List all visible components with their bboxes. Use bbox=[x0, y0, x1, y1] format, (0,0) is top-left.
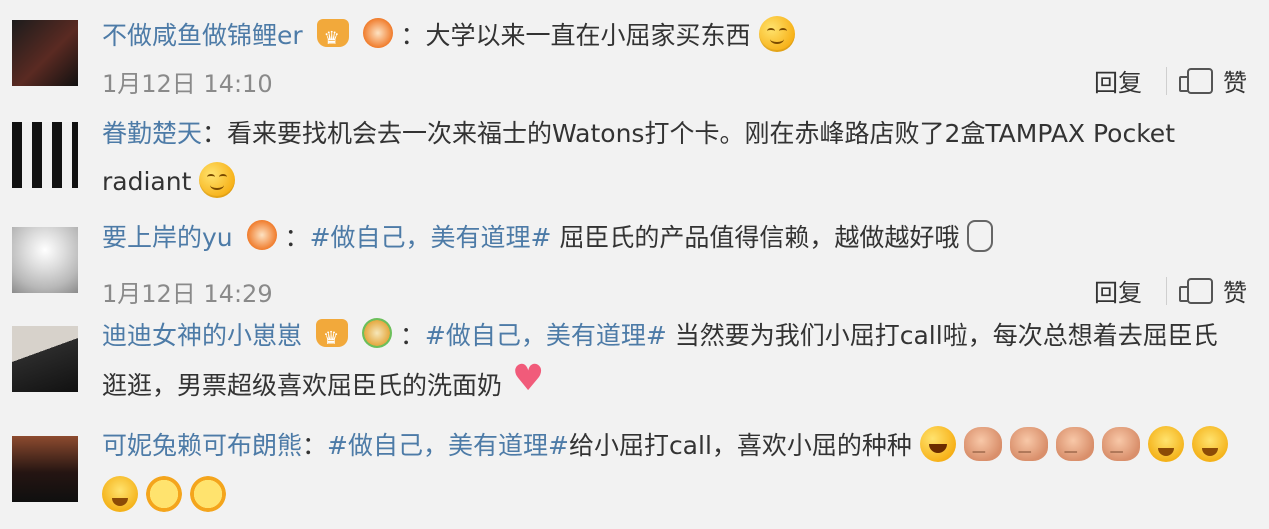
doge-emoji-icon bbox=[1009, 427, 1048, 470]
hashtag-link[interactable]: #做自己，美有道理# bbox=[327, 431, 569, 460]
like-button[interactable]: 赞 bbox=[1179, 273, 1247, 308]
comment-actions: 回复 赞 bbox=[1094, 273, 1247, 308]
avatar[interactable] bbox=[12, 326, 78, 392]
comment-text: 屈臣氏的产品值得信赖，越做越好哦 bbox=[551, 223, 960, 252]
username-link[interactable]: 不做咸鱼做锦鲤er bbox=[102, 21, 303, 50]
reply-button[interactable]: 回复 bbox=[1094, 273, 1166, 308]
timestamp: 1月12日 14:10 bbox=[102, 70, 273, 98]
comment-item: 可妮兔赖可布朗熊：#做自己，美有道理#给小屈打call，喜欢小屈的种种 bbox=[0, 424, 1269, 529]
colon-separator: ： bbox=[284, 223, 310, 252]
username-link[interactable]: 迪迪女神的小崽崽 bbox=[102, 321, 302, 350]
avatar[interactable] bbox=[12, 436, 78, 502]
comment-item: 不做咸鱼做锦鲤er ：大学以来一直在小屈家买东西 1月12日 14:10 回复 … bbox=[0, 8, 1269, 104]
comment-text: 看来要找机会去一次来福士的Watons打个卡。刚在赤峰路店败了2盒TAMPAX … bbox=[227, 119, 1175, 148]
doge-emoji-icon bbox=[963, 427, 1002, 470]
avatar[interactable] bbox=[12, 227, 78, 293]
action-divider bbox=[1166, 66, 1167, 95]
comment-text-line: radiant bbox=[102, 162, 1249, 201]
medal-icon bbox=[362, 18, 393, 48]
comment-text: 逛逛，男票超级喜欢屈臣氏的洗面奶 bbox=[102, 371, 503, 400]
comment-text: 给小屈打call，喜欢小屈的种种 bbox=[568, 431, 912, 460]
comment-item: 迪迪女神的小崽崽 ：#做自己，美有道理# 当然要为我们小屈打call啦，每次总想… bbox=[0, 318, 1269, 414]
hashtag-link[interactable]: #做自己，美有道理# bbox=[310, 223, 552, 252]
username-link[interactable]: 要上岸的yu bbox=[102, 223, 233, 252]
doge-emoji-icon bbox=[1055, 427, 1094, 470]
medal-icon bbox=[246, 220, 277, 250]
reply-button[interactable]: 回复 bbox=[1094, 63, 1166, 98]
medal-icon bbox=[361, 318, 392, 348]
finger-heart-emoji-icon bbox=[967, 220, 994, 252]
like-label: 赞 bbox=[1223, 69, 1247, 97]
comment-text-line: 可妮兔赖可布朗熊：#做自己，美有道理#给小屈打call，喜欢小屈的种种 bbox=[102, 426, 1249, 470]
hug-emoji-icon bbox=[1147, 426, 1184, 462]
hashtag-link[interactable]: #做自己，美有道理# bbox=[425, 321, 667, 350]
colon-separator: ： bbox=[400, 21, 426, 50]
avatar[interactable] bbox=[12, 20, 78, 86]
comment-actions: 回复 赞 bbox=[1094, 63, 1247, 98]
comment-text-line: 眷勤楚天：看来要找机会去一次来福士的Watons打个卡。刚在赤峰路店败了2盒TA… bbox=[102, 116, 1249, 152]
avatar[interactable] bbox=[12, 122, 78, 188]
timestamp: 1月12日 14:29 bbox=[102, 280, 273, 308]
heart-emoji-icon bbox=[510, 361, 548, 401]
vip-crown-icon bbox=[315, 319, 348, 357]
comment-item: 眷勤楚天：看来要找机会去一次来福士的Watons打个卡。刚在赤峰路店败了2盒TA… bbox=[0, 112, 1269, 210]
action-divider bbox=[1166, 276, 1167, 305]
comment-text-line: 要上岸的yu ：#做自己，美有道理# 屈臣氏的产品值得信赖，越做越好哦 bbox=[102, 220, 1249, 256]
hug-emoji-icon bbox=[102, 476, 138, 512]
smile-emoji-icon bbox=[199, 162, 236, 198]
hug-emoji-icon bbox=[1191, 426, 1228, 462]
comment-text-line: 逛逛，男票超级喜欢屈臣氏的洗面奶 bbox=[102, 361, 1249, 404]
username-link[interactable]: 可妮兔赖可布朗熊 bbox=[102, 431, 302, 460]
thumbs-up-icon bbox=[1179, 277, 1213, 304]
colon-separator: ： bbox=[302, 431, 328, 460]
flower-emoji-icon bbox=[145, 476, 182, 512]
comment-text: radiant bbox=[102, 167, 192, 196]
vip-crown-icon bbox=[316, 19, 349, 57]
comment-item: 要上岸的yu ：#做自己，美有道理# 屈臣氏的产品值得信赖，越做越好哦 1月12… bbox=[0, 216, 1269, 312]
flower-emoji-icon bbox=[189, 476, 226, 512]
comment-text-line bbox=[102, 476, 1249, 515]
comment-text-line: 迪迪女神的小崽崽 ：#做自己，美有道理# 当然要为我们小屈打call啦，每次总想… bbox=[102, 318, 1249, 357]
comment-text: 当然要为我们小屈打call啦，每次总想着去屈臣氏 bbox=[666, 321, 1218, 350]
smile-emoji-icon bbox=[758, 16, 795, 52]
username-link[interactable]: 眷勤楚天 bbox=[102, 119, 202, 148]
like-button[interactable]: 赞 bbox=[1179, 63, 1247, 98]
doge-emoji-icon bbox=[1101, 427, 1140, 470]
like-label: 赞 bbox=[1223, 279, 1247, 307]
comment-text: 大学以来一直在小屈家买东西 bbox=[425, 21, 751, 50]
colon-separator: ： bbox=[202, 119, 228, 148]
comment-text-line: 不做咸鱼做锦鲤er ：大学以来一直在小屈家买东西 bbox=[102, 16, 1249, 57]
laughing-emoji-icon bbox=[919, 426, 956, 462]
colon-separator: ： bbox=[399, 321, 425, 350]
thumbs-up-icon bbox=[1179, 67, 1213, 94]
